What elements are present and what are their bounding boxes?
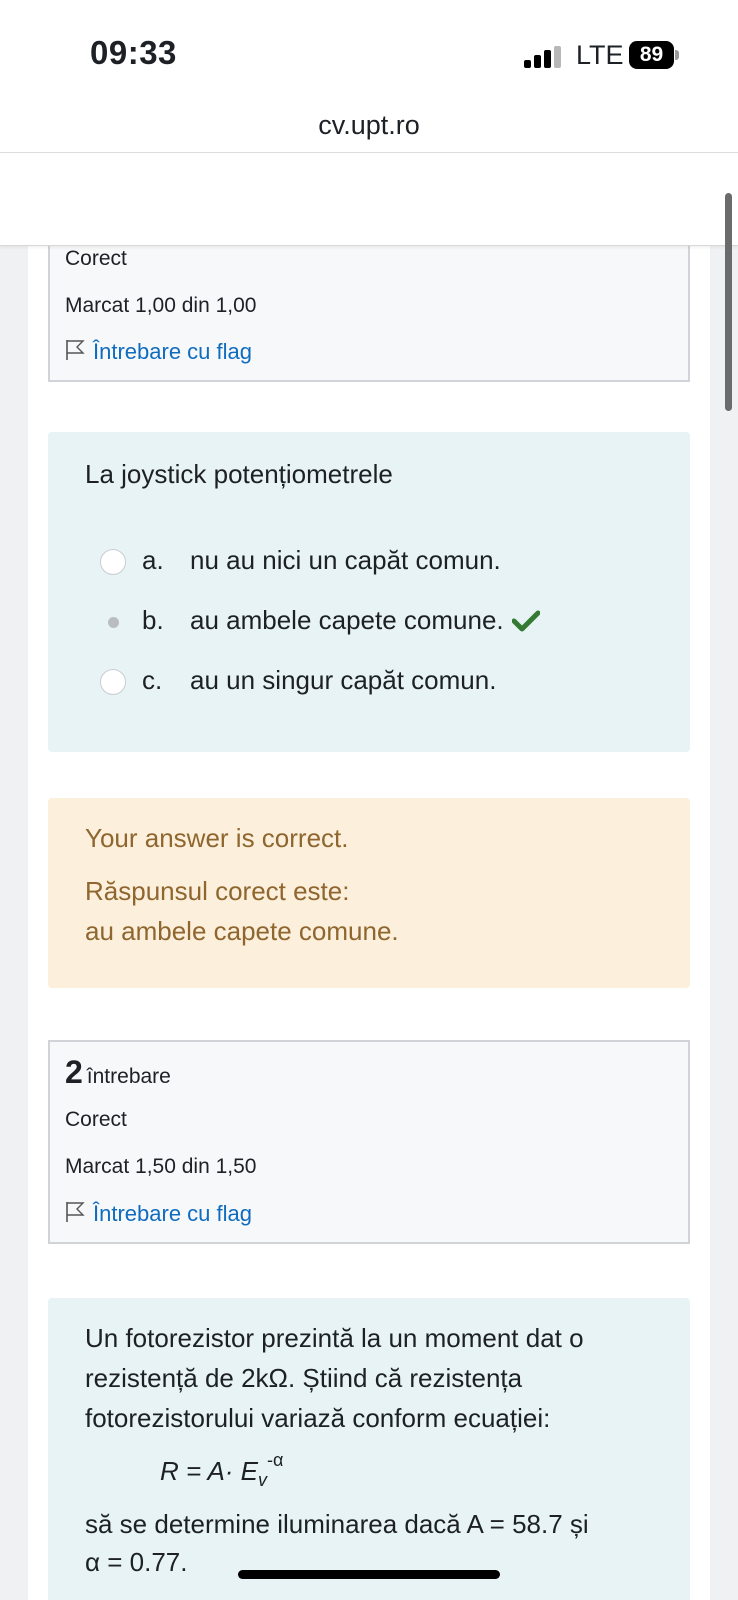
radio-button-selected[interactable] [108, 617, 119, 628]
radio-button[interactable] [100, 669, 126, 695]
question1-feedback: Your answer is correct. Răspunsul corect… [48, 798, 690, 988]
status-time: 09:33 [90, 34, 177, 71]
page-content: Corect Marcat 1,00 din 1,00 Întrebare cu… [0, 246, 738, 1600]
scrollbar-thumb[interactable] [725, 193, 732, 411]
question2-formula: R = A· Ev-α [160, 1450, 284, 1490]
radio-button[interactable] [100, 549, 126, 575]
page-header [0, 153, 738, 246]
question1-info: Corect Marcat 1,00 din 1,00 Întrebare cu… [48, 246, 690, 382]
question1-mark: Marcat 1,00 din 1,00 [65, 294, 257, 317]
question2-flag-link[interactable]: Întrebare cu flag [65, 1201, 252, 1229]
question2-flag-label[interactable]: Întrebare cu flag [93, 1201, 252, 1226]
question1-text: La joystick potențiometrele [85, 459, 393, 489]
question2-number-word: întrebare [86, 1065, 171, 1088]
flag-icon [65, 339, 85, 367]
correct-check-icon [511, 608, 541, 639]
question2-text-after-line-1: să se determine iluminarea dacă A = 58.7… [85, 1509, 589, 1539]
network-type: LTE [576, 40, 624, 70]
battery-nub [675, 50, 679, 60]
question2-text-line-3: fotorezistorului variază conform ecuație… [85, 1403, 551, 1433]
home-indicator[interactable] [238, 1570, 500, 1579]
question2-state: Corect [65, 1108, 127, 1131]
question2-text-line-1: Un fotorezistor prezintă la un moment da… [85, 1323, 584, 1353]
question2-number-row: 2 întrebare [65, 1054, 171, 1091]
question2-text-after-line-2: α = 0.77. [85, 1547, 188, 1577]
question1-flag-label[interactable]: Întrebare cu flag [93, 339, 252, 364]
question1-flag-link[interactable]: Întrebare cu flag [65, 339, 252, 367]
question2-text-line-2: rezistență de 2kΩ. Știind că rezistența [85, 1363, 523, 1393]
feedback-right-answer: au ambele capete comune. [85, 916, 399, 946]
question2-number: 2 [65, 1054, 83, 1090]
question2-content: Un fotorezistor prezintă la un moment da… [48, 1298, 690, 1600]
signal-strength-icon [524, 46, 562, 68]
question2-info: 2 întrebare Corect Marcat 1,50 din 1,50 Î… [48, 1040, 690, 1244]
battery-icon: 89 [629, 41, 674, 69]
status-bar: 09:33 LTE 89 [0, 0, 738, 100]
feedback-right-answer-label: Răspunsul corect este: [85, 876, 350, 906]
address-bar[interactable]: cv.upt.ro [0, 100, 738, 153]
url-text[interactable]: cv.upt.ro [0, 100, 738, 150]
flag-icon [65, 1201, 85, 1229]
feedback-general: Your answer is correct. [85, 823, 349, 853]
question1-state: Corect [65, 247, 127, 270]
question1-content: La joystick potențiometrele a. nu au nic… [48, 432, 690, 752]
quiz-column: Corect Marcat 1,00 din 1,00 Întrebare cu… [28, 246, 710, 1600]
question2-mark: Marcat 1,50 din 1,50 [65, 1155, 257, 1178]
